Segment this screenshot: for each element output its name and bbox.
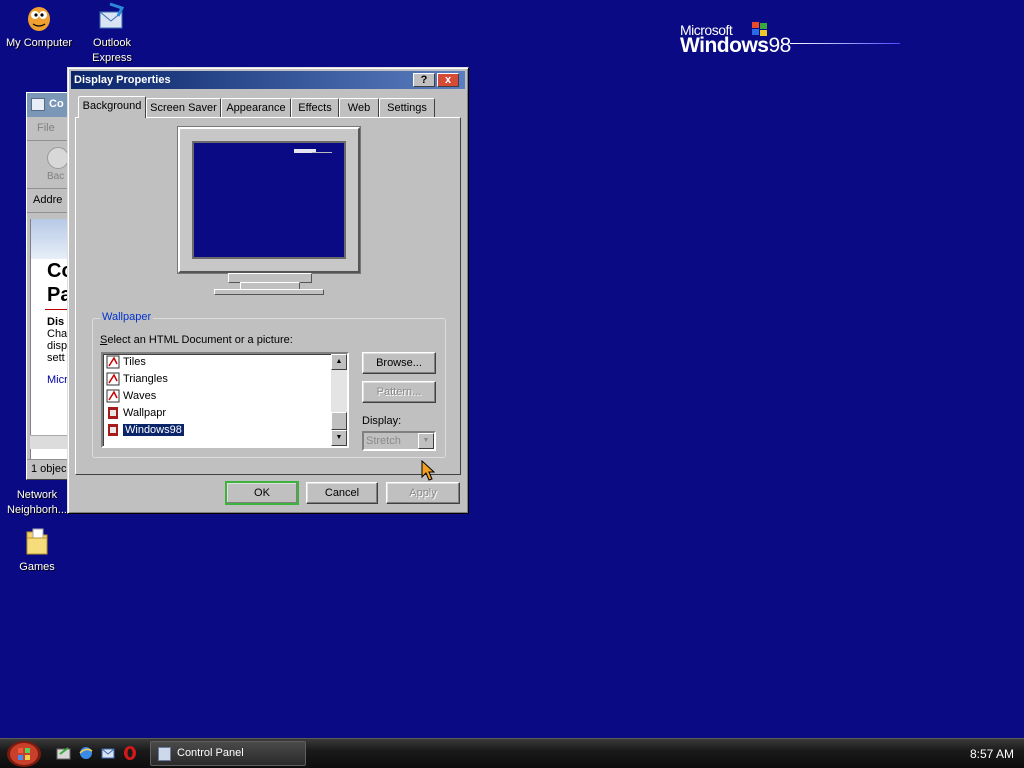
scrollbar-thumb[interactable] [331, 412, 347, 430]
cancel-button[interactable]: Cancel [306, 482, 378, 504]
description-line: Cha [47, 328, 68, 340]
address-bar-label: Addre [27, 189, 71, 213]
opera-icon[interactable] [122, 745, 138, 761]
monitor-preview [178, 127, 360, 273]
folder-icon [26, 528, 48, 555]
back-button[interactable]: Bac [27, 141, 71, 189]
dialog-title: Display Properties [74, 74, 171, 86]
scroll-up-arrow-icon[interactable]: ▲ [331, 354, 347, 370]
display-properties-dialog[interactable]: Display Properties ? x Background Screen… [67, 67, 469, 514]
my-computer-icon [28, 7, 50, 31]
menu-file[interactable]: File [27, 117, 71, 141]
desktop-icon-network-neighborhood[interactable]: Network Neighborh... [0, 488, 76, 518]
pattern-button[interactable]: Pattern... [362, 381, 436, 403]
taskbar-button-control-panel[interactable]: Control Panel [150, 741, 306, 766]
scroll-down-arrow-icon[interactable]: ▼ [331, 430, 347, 446]
control-panel-titlebar[interactable]: Co [27, 93, 71, 117]
preview-logo-line [312, 152, 332, 153]
microsoft-link[interactable]: Micr [31, 374, 70, 386]
help-button[interactable]: ? [413, 73, 435, 87]
tab-appearance[interactable]: Appearance [221, 98, 291, 117]
desktop-icon-games[interactable]: Games [0, 526, 76, 575]
list-item[interactable]: Triangles [103, 371, 347, 388]
control-panel-window[interactable]: Co File Bac Addre Co Pa Dis Cha disp set… [26, 92, 72, 480]
tab-web[interactable]: Web [339, 98, 379, 117]
outlook-express-icon [99, 2, 125, 29]
tab-background[interactable]: Background [78, 96, 146, 118]
html-file-icon [108, 424, 118, 436]
taskbar: Control Panel 8:57 AM [0, 738, 1024, 768]
control-panel-icon [158, 747, 171, 761]
display-mode-label: Display: [362, 415, 402, 427]
section-title: Dis [47, 316, 65, 328]
browse-button[interactable]: Browse... [362, 352, 436, 374]
system-clock[interactable]: 8:57 AM [970, 747, 1014, 761]
listbox-scrollbar[interactable]: ▲ ▼ [331, 354, 347, 446]
background-tab-panel: Wallpaper Select an HTML Document or a p… [75, 117, 461, 475]
html-file-icon [108, 407, 118, 419]
display-mode-select[interactable]: Stretch ▼ [362, 431, 436, 451]
logo-line [790, 43, 900, 44]
control-panel-icon [31, 98, 45, 111]
preview-screen [192, 141, 346, 259]
list-item[interactable]: Wallpapr [103, 405, 347, 422]
desktop-icon-label: Outlook Express [92, 37, 132, 64]
tab-screen-saver[interactable]: Screen Saver [146, 98, 221, 117]
internet-explorer-icon[interactable] [78, 745, 94, 761]
show-desktop-icon[interactable] [56, 745, 72, 761]
windows-flag-icon [752, 22, 767, 36]
logo-windows-text: Windows98 [680, 34, 791, 57]
control-panel-heading-line2: Pa [47, 284, 72, 306]
tab-settings[interactable]: Settings [379, 98, 435, 117]
back-arrow-icon [47, 147, 69, 169]
wallpaper-listbox[interactable]: Tiles Triangles Waves Wallpapr Windows98… [101, 352, 349, 448]
control-panel-content: Co Pa Dis Cha disp sett Micr [30, 219, 72, 459]
paint-file-icon [106, 389, 120, 403]
desktop-icon-outlook-express[interactable]: Outlook Express [73, 2, 151, 66]
outlook-express-quicklaunch-icon[interactable] [100, 745, 116, 761]
close-button[interactable]: x [437, 73, 459, 87]
description-line: sett [47, 352, 65, 364]
list-item[interactable]: Waves [103, 388, 347, 405]
desktop-icon-label: My Computer [5, 37, 73, 49]
list-item[interactable]: Tiles [103, 354, 347, 371]
paint-file-icon [106, 372, 120, 386]
paint-file-icon [106, 355, 120, 369]
mouse-cursor-icon [421, 460, 435, 481]
desktop-icon-label: Network Neighborh... [7, 489, 67, 516]
status-bar: 1 objec [27, 459, 71, 479]
desktop-icon-label: Games [19, 561, 55, 573]
monitor-base [214, 289, 324, 295]
chevron-down-icon[interactable]: ▼ [418, 433, 434, 449]
wallpaper-select-label: Select an HTML Document or a picture: [100, 334, 293, 346]
control-panel-heading-line1: Co [47, 260, 72, 282]
wallpaper-group-label: Wallpaper [100, 311, 154, 323]
horizontal-scrollbar[interactable] [30, 435, 70, 449]
start-button[interactable] [4, 740, 44, 768]
ok-button[interactable]: OK [225, 481, 299, 505]
tab-effects[interactable]: Effects [291, 98, 339, 117]
windows98-logo: Microsoft Windows98 [680, 22, 900, 58]
list-item-selected[interactable]: Windows98 [103, 422, 347, 439]
dialog-titlebar[interactable]: Display Properties ? x [71, 71, 465, 89]
desktop-icon-my-computer[interactable]: My Computer [0, 2, 78, 51]
control-panel-banner [31, 219, 70, 259]
description-line: disp [47, 340, 68, 352]
apply-button[interactable]: Apply [386, 482, 460, 504]
